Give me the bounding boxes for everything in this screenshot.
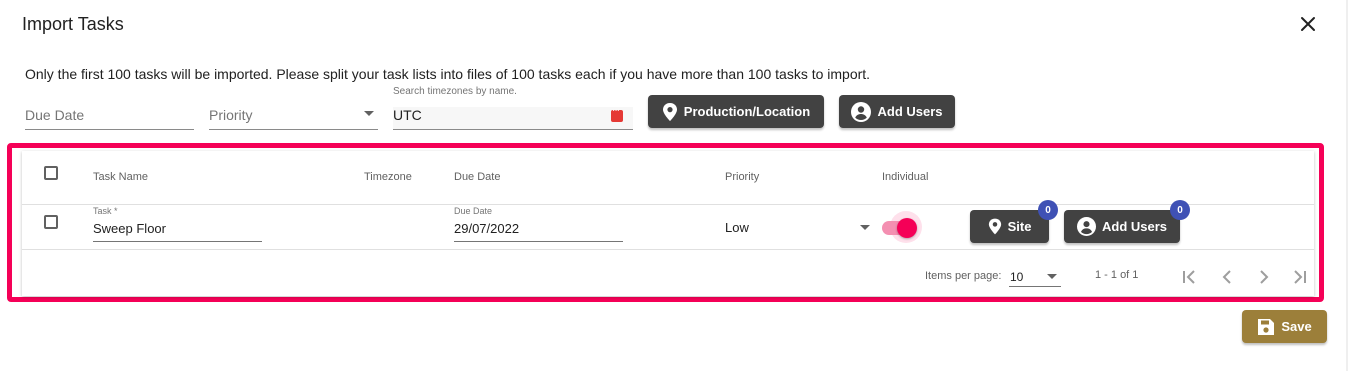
column-header-priority: Priority: [725, 171, 760, 183]
row-checkbox[interactable]: [44, 215, 58, 229]
priority-placeholder: Priority: [209, 107, 253, 123]
row-due-date-value: 29/07/2022: [454, 221, 520, 236]
add-users-button[interactable]: Add Users: [839, 95, 955, 128]
individual-toggle[interactable]: [874, 211, 922, 243]
select-all-checkbox[interactable]: [44, 166, 58, 180]
timezone-field-fill: [393, 107, 633, 129]
column-header-timezone: Timezone: [364, 171, 412, 183]
site-label: Site: [1007, 219, 1032, 234]
task-name-value: Sweep Floor: [93, 221, 166, 236]
items-per-page-value: 10: [1010, 270, 1024, 284]
items-per-page-label: Items per page:: [925, 270, 1002, 282]
site-button[interactable]: Site: [970, 210, 1049, 243]
more-icon[interactable]: [611, 105, 623, 122]
row-add-users-label: Add Users: [1101, 219, 1168, 234]
column-header-due-date: Due Date: [454, 171, 501, 183]
column-header-individual: Individual: [882, 171, 929, 183]
last-page-button[interactable]: [1288, 265, 1312, 289]
save-button[interactable]: Save: [1242, 310, 1327, 343]
location-pin-icon: [988, 218, 1001, 235]
tasks-table: Task Name Timezone Due Date Priority Ind…: [22, 151, 1314, 296]
chevron-right-icon: [1260, 270, 1269, 284]
column-header-task-name: Task Name: [93, 171, 149, 183]
production-location-button[interactable]: Production/Location: [648, 95, 824, 128]
first-page-button[interactable]: [1177, 265, 1201, 289]
dialog-title: Import Tasks: [22, 14, 124, 34]
chevron-down-icon: [1047, 274, 1057, 279]
timezone-input[interactable]: Search timezones by name. UTC: [393, 86, 633, 130]
add-users-label: Add Users: [877, 104, 943, 119]
account-circle-icon: [851, 101, 872, 122]
task-name-input[interactable]: Task * Sweep Floor: [93, 206, 262, 242]
row-add-users-button[interactable]: Add Users: [1064, 210, 1180, 243]
save-label: Save: [1281, 319, 1312, 334]
first-page-icon: [1183, 270, 1195, 284]
site-count-badge: 0: [1038, 200, 1058, 220]
due-date-input[interactable]: Due Date: [25, 100, 194, 130]
page-range-label: 1 - 1 of 1: [1095, 269, 1139, 281]
row-priority-value[interactable]: Low: [725, 220, 749, 235]
timezone-value: UTC: [393, 107, 422, 123]
close-button[interactable]: [1296, 12, 1320, 36]
chevron-down-icon[interactable]: [860, 225, 870, 230]
account-circle-icon: [1076, 217, 1096, 236]
last-page-icon: [1294, 270, 1306, 284]
chevron-left-icon: [1222, 270, 1231, 284]
items-per-page-select[interactable]: 10: [1009, 267, 1061, 287]
previous-page-button[interactable]: [1215, 265, 1239, 289]
location-pin-icon: [662, 102, 677, 121]
row-due-date-label: Due Date: [454, 206, 493, 216]
save-icon: [1258, 318, 1275, 335]
close-icon: [1301, 17, 1315, 31]
right-scroll-edge: [1346, 0, 1348, 371]
users-count-badge: 0: [1170, 200, 1190, 220]
production-location-label: Production/Location: [683, 104, 811, 119]
toggle-thumb: [897, 218, 917, 238]
priority-select[interactable]: Priority: [209, 100, 378, 130]
header-divider: [22, 204, 1314, 205]
next-page-button[interactable]: [1252, 265, 1276, 289]
timezone-label: Search timezones by name.: [393, 86, 517, 97]
row-divider: [22, 249, 1314, 250]
import-notice: Only the first 100 tasks will be importe…: [25, 66, 871, 82]
task-name-label: Task *: [93, 206, 118, 216]
due-date-placeholder: Due Date: [25, 107, 85, 123]
row-due-date-input[interactable]: Due Date 29/07/2022: [454, 206, 623, 242]
chevron-down-icon: [364, 111, 374, 116]
